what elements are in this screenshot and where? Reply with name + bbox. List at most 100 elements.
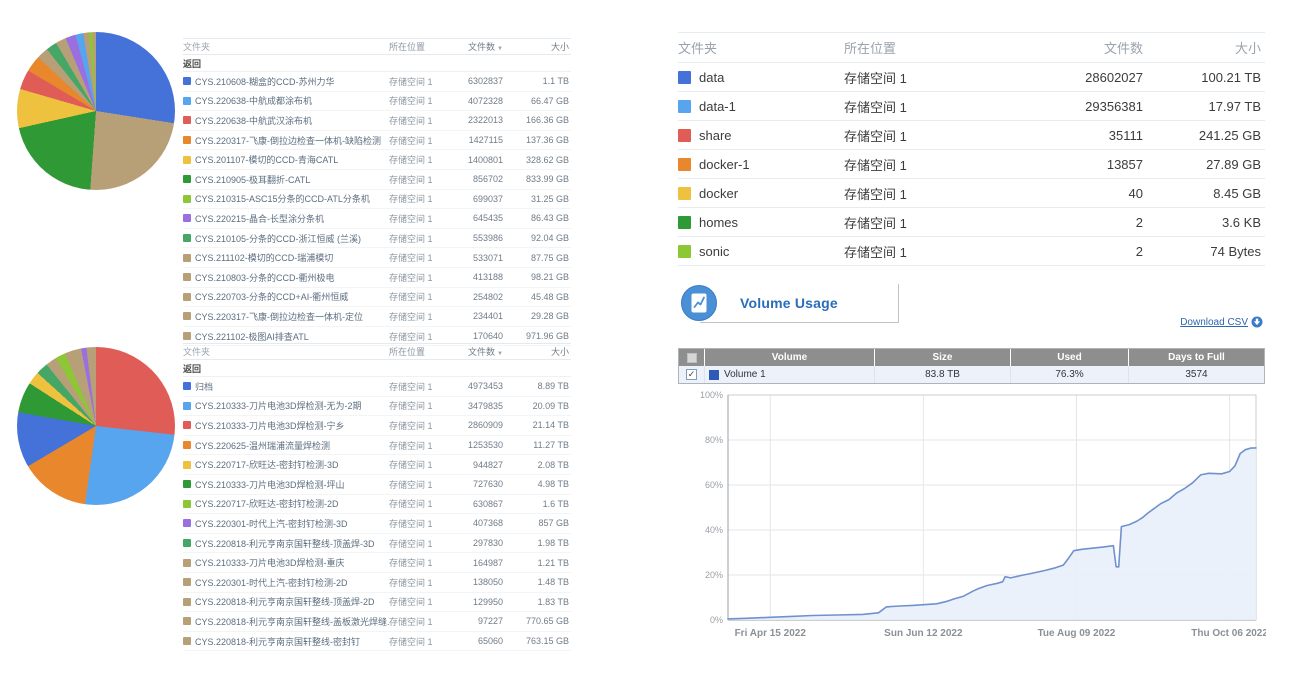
sort-desc-icon: ▼ [497, 351, 503, 357]
volume-column-header-0[interactable]: Volume [705, 349, 875, 366]
folder-name: CYS.220301-时代上汽-密封钉检测-3D [195, 517, 348, 530]
folder-name-cell: CYS.220703-分条的CCD+AI-衢州恒威 [183, 290, 389, 303]
folder-name: CYS.220818-利元亨南京国轩整线-顶盖焊-2D [195, 595, 375, 608]
download-csv-link[interactable]: Download CSV [1180, 316, 1263, 328]
column-header-size[interactable]: 大小 [1147, 38, 1265, 57]
folder-size: 29.28 GB [505, 311, 571, 321]
table-row[interactable]: CYS.220301-时代上汽-密封钉检测-3D存储空间 1407368857 … [183, 514, 571, 534]
table-row[interactable]: CYS.220625-温州瑞浦流量焊检测存储空间 1125353011.27 T… [183, 436, 571, 456]
folder-name-cell: CYS.210333-刀片电池3D焊检测-宁乡 [183, 419, 389, 432]
table-row[interactable]: homes存储空间 123.6 KB [678, 208, 1265, 237]
volume-checkbox[interactable]: ✓ [686, 369, 697, 380]
volume-column-header-2[interactable]: Used [1011, 349, 1129, 366]
table-row[interactable]: CYS.210803-分条的CCD-衢州极电存储空间 141318898.21 … [183, 268, 571, 288]
volume-days-to-full: 3574 [1129, 366, 1264, 383]
table-row[interactable]: CYS.210333-刀片电池3D焊检测-宁乡存储空间 1286090921.1… [183, 416, 571, 436]
folder-name-cell: CYS.210333-刀片电池3D焊检测-坪山 [183, 478, 389, 491]
folder-name: CYS.210315-ASC15分条的CCD-ATL分条机 [195, 192, 370, 205]
column-header-location[interactable]: 所在位置 [389, 345, 445, 358]
volume-row[interactable]: ✓Volume 183.8 TB76.3%3574 [679, 366, 1264, 383]
back-row[interactable]: 返回 [183, 55, 571, 72]
table-row[interactable]: docker存储空间 1408.45 GB [678, 179, 1265, 208]
table-row[interactable]: CYS.211102-模切的CCD-瑞浦模切存储空间 153307187.75 … [183, 248, 571, 268]
table-row[interactable]: CYS.210333-刀片电池3D焊检测-重庆存储空间 11649871.21 … [183, 553, 571, 573]
folder-name-cell: share [678, 128, 844, 143]
volume-size: 83.8 TB [875, 366, 1011, 383]
column-header-size[interactable]: 大小 [505, 345, 571, 358]
table-row[interactable]: CYS.201107-模切的CCD-青海CATL存储空间 11400801328… [183, 150, 571, 170]
table-row[interactable]: CYS.210333-刀片电池3D焊检测-坪山存储空间 17276304.98 … [183, 475, 571, 495]
column-header-count[interactable]: 文件数▼ [445, 345, 505, 358]
volume-table-header: VolumeSizeUsedDays to Full [679, 349, 1264, 366]
folder-size: 4.98 TB [505, 479, 571, 489]
table-row[interactable]: share存储空间 135111241.25 GB [678, 121, 1265, 150]
table-row[interactable]: CYS.220638-中航成都涂布机存储空间 1407232866.47 GB [183, 92, 571, 112]
table-row[interactable]: CYS.220818-利元亨南京国轩整线-密封钉存储空间 165060763.1… [183, 632, 571, 652]
volume-column-header-1[interactable]: Size [875, 349, 1011, 366]
select-all-checkbox[interactable] [687, 353, 697, 363]
back-row[interactable]: 返回 [183, 360, 571, 377]
column-header-count[interactable]: 文件数 [1012, 38, 1147, 57]
table-row[interactable]: CYS.210608-糊盒的CCD-苏州力华存储空间 163028371.1 T… [183, 72, 571, 92]
column-header-location[interactable]: 所在位置 [844, 38, 1012, 57]
table-row[interactable]: 归档存储空间 149734538.89 TB [183, 377, 571, 397]
column-header-count[interactable]: 文件数▼ [445, 40, 505, 53]
table-row[interactable]: CYS.220703-分条的CCD+AI-衢州恒威存储空间 125480245.… [183, 288, 571, 308]
table-row[interactable]: CYS.210315-ASC15分条的CCD-ATL分条机存储空间 169903… [183, 190, 571, 210]
back-link[interactable]: 返回 [183, 57, 389, 70]
folder-name-cell: CYS.220638-中航成都涂布机 [183, 94, 389, 107]
folder-location: 存储空间 1 [389, 330, 445, 343]
folder-name: CYS.210105-分条的CCD-浙江恒威 (兰溪) [195, 232, 361, 245]
table-row[interactable]: CYS.220818-利元亨南京国轩整线-顶盖焊-2D存储空间 11299501… [183, 593, 571, 613]
y-axis-label: 80% [705, 435, 723, 445]
table-row[interactable]: CYS.220717-欣旺达-密封钉检测-2D存储空间 16308671.6 T… [183, 495, 571, 515]
column-header-size[interactable]: 大小 [505, 40, 571, 53]
table-row[interactable]: CYS.220717-欣旺达-密封钉检测-3D存储空间 19448272.08 … [183, 455, 571, 475]
table-row[interactable]: CYS.220638-中航武汉涂布机存储空间 12322013166.36 GB [183, 111, 571, 131]
volume-select-cell[interactable]: ✓ [679, 366, 705, 383]
table-row[interactable]: CYS.220818-利元亨南京国轩整线-顶盖焊-3D存储空间 12978301… [183, 534, 571, 554]
table-row[interactable]: sonic存储空间 1274 Bytes [678, 237, 1265, 266]
column-header-folder[interactable]: 文件夹 [183, 345, 389, 358]
folder-name: CYS.220317-飞康-倒拉边检查一体机-定位 [195, 310, 363, 323]
table-row[interactable]: CYS.220215-晶合-长型涂分条机存储空间 164543586.43 GB [183, 209, 571, 229]
folder-size: 2.08 TB [505, 460, 571, 470]
folder-size: 3.6 KB [1147, 215, 1265, 230]
folder-name: CYS.221102-极图AI排查ATL [195, 330, 309, 343]
folder-name-cell: CYS.220717-欣旺达-密封钉检测-2D [183, 497, 389, 510]
folder-name-cell: CYS.221102-极图AI排查ATL [183, 330, 389, 343]
folder-name: CYS.220625-温州瑞浦流量焊检测 [195, 439, 330, 452]
folder-name: CYS.220717-欣旺达-密封钉检测-2D [195, 497, 339, 510]
folder-name-cell: sonic [678, 244, 844, 259]
folder-name: sonic [699, 244, 729, 259]
table-row[interactable]: CYS.220317-飞康-倒拉边检查一体机-定位存储空间 123440129.… [183, 307, 571, 327]
volume-column-header-3[interactable]: Days to Full [1129, 349, 1264, 366]
folder-size: 45.48 GB [505, 292, 571, 302]
table-row[interactable]: CYS.220818-利元亨南京国轩整线-盖板激光焊缝...存储空间 19722… [183, 612, 571, 632]
table-row[interactable]: CYS.210905-极耳翻折-CATL存储空间 1856702833.99 G… [183, 170, 571, 190]
column-header-folder[interactable]: 文件夹 [183, 40, 389, 53]
folder-name: CYS.210608-糊盒的CCD-苏州力华 [195, 75, 335, 88]
folder-name-cell: CYS.210608-糊盒的CCD-苏州力华 [183, 75, 389, 88]
folder-file-count: 699037 [445, 194, 505, 204]
table-row[interactable]: data存储空间 128602027100.21 TB [678, 63, 1265, 92]
folder-size: 137.36 GB [505, 135, 571, 145]
table-row[interactable]: CYS.220317-飞康-倒拉边检查一体机-缺陷检测存储空间 11427115… [183, 131, 571, 151]
folder-size: 1.48 TB [505, 577, 571, 587]
volume-usage-section: Volume Usage Download CSV VolumeSizeUsed… [678, 284, 1265, 384]
table-row[interactable]: data-1存储空间 12935638117.97 TB [678, 92, 1265, 121]
select-all-cell[interactable] [679, 349, 705, 366]
column-header-folder[interactable]: 文件夹 [678, 38, 844, 57]
table-row[interactable]: docker-1存储空间 11385727.89 GB [678, 150, 1265, 179]
column-header-location[interactable]: 所在位置 [389, 40, 445, 53]
folder-location: 存储空间 1 [389, 595, 445, 608]
back-link[interactable]: 返回 [183, 362, 389, 375]
table-row[interactable]: CYS.220301-时代上汽-密封钉检测-2D存储空间 11380501.48… [183, 573, 571, 593]
table-row[interactable]: CYS.210105-分条的CCD-浙江恒威 (兰溪)存储空间 15539869… [183, 229, 571, 249]
folder-file-count: 65060 [445, 636, 505, 646]
folder-file-count: 129950 [445, 597, 505, 607]
volume-color-swatch [709, 370, 719, 380]
folder-location: 存储空间 1 [389, 114, 445, 127]
table-row[interactable]: CYS.210333-刀片电池3D焊检测-无为-2期存储空间 134798352… [183, 397, 571, 417]
folder-location: 存储空间 1 [844, 242, 1012, 261]
